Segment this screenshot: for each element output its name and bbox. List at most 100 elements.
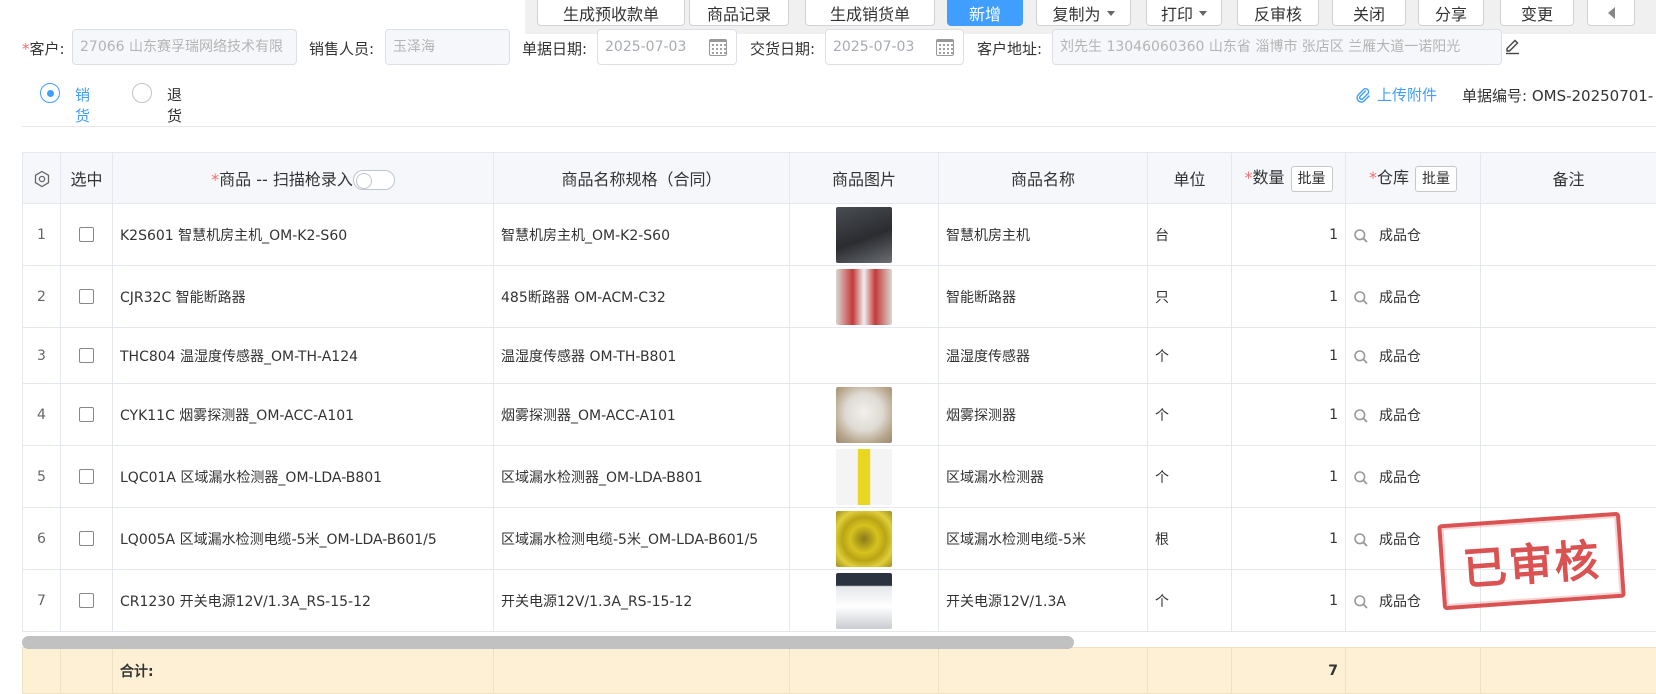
column-settings[interactable] — [22, 152, 61, 204]
image-cell — [789, 265, 939, 328]
search-icon[interactable] — [1353, 290, 1369, 306]
scanner-toggle[interactable] — [352, 170, 395, 191]
copy-as-button[interactable]: 复制为 — [1036, 0, 1131, 26]
prev-arrow-button[interactable] — [1587, 0, 1635, 26]
qty-cell[interactable]: 1 — [1231, 203, 1346, 266]
product-image[interactable] — [836, 386, 892, 443]
warehouse-cell[interactable]: 成品仓 — [1345, 327, 1481, 384]
edit-icon[interactable] — [1504, 38, 1521, 59]
product-image[interactable] — [836, 510, 892, 567]
row-checkbox[interactable] — [79, 289, 94, 304]
qty-cell[interactable]: 1 — [1231, 383, 1346, 446]
spec-cell: 开关电源12V/1.3A_RS-15-12 — [493, 569, 790, 632]
row-checkbox[interactable] — [79, 531, 94, 546]
product-image[interactable] — [836, 268, 892, 325]
calendar-icon[interactable] — [709, 39, 727, 56]
row-checkbox-cell — [60, 507, 113, 570]
row-checkbox[interactable] — [79, 469, 94, 484]
qty-cell[interactable]: 1 — [1231, 265, 1346, 328]
product-cell[interactable]: THC804 温湿度传感器_OM-TH-A124 — [112, 327, 494, 384]
row-index: 7 — [22, 569, 61, 632]
paperclip-icon — [1356, 87, 1370, 103]
table-row: 7 CR1230 开关电源12V/1.3A_RS-15-12 开关电源12V/1… — [22, 569, 1656, 632]
customer-address-field[interactable]: 刘先生 13046060360 山东省 淄博市 张店区 兰雁大道一诺阳光 — [1052, 29, 1502, 65]
search-icon[interactable] — [1353, 532, 1369, 548]
customer-field[interactable]: 27066 山东赛孚瑞网络技术有限 — [72, 29, 297, 65]
print-button[interactable]: 打印 — [1146, 0, 1222, 26]
remark-cell[interactable] — [1480, 445, 1656, 508]
unapprove-button[interactable]: 反审核 — [1237, 0, 1319, 26]
remark-cell[interactable] — [1480, 383, 1656, 446]
search-icon[interactable] — [1353, 228, 1369, 244]
warehouse-cell[interactable]: 成品仓 — [1345, 445, 1481, 508]
generate-prepayment-button[interactable]: 生成预收款单 — [537, 0, 685, 26]
product-cell[interactable]: CYK11C 烟雾探测器_OM-ACC-A101 — [112, 383, 494, 446]
change-button[interactable]: 变更 — [1500, 0, 1574, 26]
return-radio-label[interactable]: 退货 — [167, 84, 182, 126]
search-icon[interactable] — [1353, 470, 1369, 486]
sale-radio-label[interactable]: 销货 — [75, 84, 90, 126]
row-checkbox[interactable] — [79, 227, 94, 242]
column-header-product: *商品 -- 扫描枪录入 — [112, 152, 494, 204]
product-cell[interactable]: LQC01A 区域漏水检测器_OM-LDA-B801 — [112, 445, 494, 508]
row-checkbox-cell — [60, 569, 113, 632]
row-checkbox-cell — [60, 445, 113, 508]
warehouse-cell[interactable]: 成品仓 — [1345, 265, 1481, 328]
name-cell: 区域漏水检测器 — [938, 445, 1148, 508]
sale-radio[interactable] — [40, 83, 60, 103]
product-image[interactable] — [836, 448, 892, 505]
chevron-down-icon — [1106, 11, 1115, 16]
row-checkbox[interactable] — [79, 593, 94, 608]
product-cell[interactable]: CR1230 开关电源12V/1.3A_RS-15-12 — [112, 569, 494, 632]
row-checkbox[interactable] — [79, 407, 94, 422]
calendar-icon[interactable] — [936, 39, 954, 56]
search-icon[interactable] — [1353, 349, 1369, 365]
share-button[interactable]: 分享 — [1418, 0, 1484, 26]
settings-icon[interactable] — [33, 170, 51, 188]
product-cell[interactable]: K2S601 智慧机房主机_OM-K2-S60 — [112, 203, 494, 266]
doc-date-label: 单据日期: — [522, 40, 588, 58]
chevron-down-icon — [1199, 11, 1207, 16]
product-image[interactable] — [836, 206, 892, 263]
name-cell: 温湿度传感器 — [938, 327, 1148, 384]
return-radio[interactable] — [132, 83, 152, 103]
spec-cell: 烟雾探测器_OM-ACC-A101 — [493, 383, 790, 446]
table-row: 5 LQC01A 区域漏水检测器_OM-LDA-B801 区域漏水检测器_OM-… — [22, 445, 1656, 508]
remark-cell[interactable] — [1480, 203, 1656, 266]
row-checkbox-cell — [60, 327, 113, 384]
warehouse-cell[interactable]: 成品仓 — [1345, 203, 1481, 266]
qty-cell[interactable]: 1 — [1231, 569, 1346, 632]
horizontal-scrollbar[interactable] — [22, 636, 1074, 649]
delivery-date-field[interactable]: 2025-07-03 — [825, 29, 964, 65]
product-cell[interactable]: LQ005A 区域漏水检测电缆-5米_OM-LDA-B601/5 — [112, 507, 494, 570]
close-button[interactable]: 关闭 — [1332, 0, 1406, 26]
chevron-left-icon — [1607, 6, 1615, 19]
product-records-button[interactable]: 商品记录 — [689, 0, 789, 26]
row-index: 3 — [22, 327, 61, 384]
remark-cell[interactable] — [1480, 327, 1656, 384]
unit-cell: 个 — [1147, 383, 1232, 446]
spec-cell: 区域漏水检测器_OM-LDA-B801 — [493, 445, 790, 508]
remark-cell[interactable] — [1480, 265, 1656, 328]
product-image[interactable] — [836, 572, 892, 629]
row-checkbox-cell — [60, 203, 113, 266]
batch-warehouse-button[interactable]: 批量 — [1415, 165, 1457, 192]
upload-attachment-link[interactable]: 上传附件 — [1355, 84, 1437, 105]
new-button[interactable]: 新增 — [947, 0, 1023, 26]
name-cell: 区域漏水检测电缆-5米 — [938, 507, 1148, 570]
table-row: 6 LQ005A 区域漏水检测电缆-5米_OM-LDA-B601/5 区域漏水检… — [22, 507, 1656, 570]
qty-cell[interactable]: 1 — [1231, 445, 1346, 508]
product-cell[interactable]: CJR32C 智能断路器 — [112, 265, 494, 328]
search-icon[interactable] — [1353, 408, 1369, 424]
generate-sales-order-button[interactable]: 生成销货单 — [805, 0, 935, 26]
search-icon[interactable] — [1353, 594, 1369, 610]
unit-cell: 根 — [1147, 507, 1232, 570]
table-row: 1 K2S601 智慧机房主机_OM-K2-S60 智慧机房主机_OM-K2-S… — [22, 203, 1656, 266]
doc-date-field[interactable]: 2025-07-03 — [597, 29, 737, 65]
warehouse-cell[interactable]: 成品仓 — [1345, 383, 1481, 446]
batch-qty-button[interactable]: 批量 — [1290, 165, 1333, 192]
row-checkbox[interactable] — [79, 348, 94, 363]
qty-cell[interactable]: 1 — [1231, 507, 1346, 570]
qty-cell[interactable]: 1 — [1231, 327, 1346, 384]
sales-person-field[interactable]: 玉泽海 — [385, 29, 510, 65]
